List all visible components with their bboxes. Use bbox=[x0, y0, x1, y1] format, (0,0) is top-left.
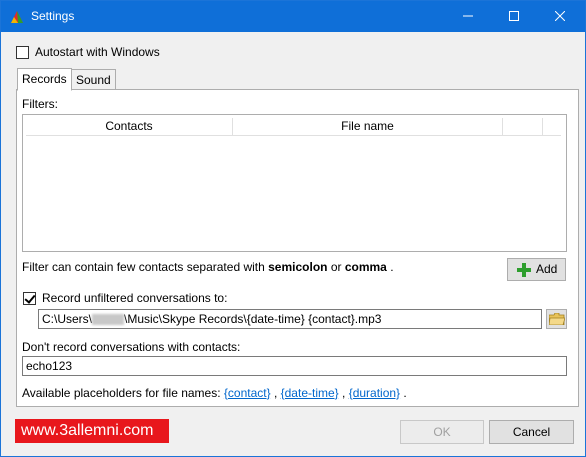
column-header-extra bbox=[503, 118, 543, 136]
autostart-checkbox[interactable] bbox=[16, 46, 29, 59]
maximize-button[interactable] bbox=[491, 1, 537, 32]
filter-hint: Filter can contain few contacts separate… bbox=[22, 260, 394, 274]
minimize-button[interactable] bbox=[445, 1, 491, 32]
placeholder-link-date-time[interactable]: {date-time} bbox=[281, 386, 339, 400]
maximize-icon bbox=[509, 11, 519, 21]
record-path-field[interactable]: C:\Users\ \Music\Skype Records\{date-time… bbox=[38, 309, 542, 329]
app-icon bbox=[11, 11, 23, 23]
blurred-username bbox=[92, 314, 125, 326]
placeholders-line: Available placeholders for file names: {… bbox=[22, 386, 407, 400]
tab-records[interactable]: Records bbox=[17, 68, 72, 91]
record-path-start: C:\Users\ bbox=[42, 312, 93, 326]
minimize-icon bbox=[463, 15, 473, 17]
ok-button[interactable]: OK bbox=[400, 420, 484, 444]
add-button-label: Add bbox=[536, 262, 558, 276]
excluded-contacts-field[interactable]: echo123 bbox=[22, 356, 567, 376]
record-unfiltered-label: Record unfiltered conversations to: bbox=[42, 291, 228, 305]
column-header-contacts[interactable]: Contacts bbox=[26, 118, 233, 136]
record-path-rest: \Music\Skype Records\{date-time} {contac… bbox=[124, 312, 382, 326]
plus-icon bbox=[517, 263, 531, 277]
filters-table[interactable]: Contacts File name bbox=[22, 114, 567, 252]
settings-window: Settings Autostart with Windows Records … bbox=[0, 0, 586, 457]
filters-table-header: Contacts File name bbox=[26, 118, 561, 136]
placeholder-link-duration[interactable]: {duration} bbox=[349, 386, 400, 400]
window-title: Settings bbox=[31, 9, 75, 23]
record-unfiltered-checkbox[interactable] bbox=[23, 292, 36, 305]
cancel-button[interactable]: Cancel bbox=[489, 420, 574, 444]
close-button[interactable] bbox=[537, 1, 583, 32]
title-bar[interactable]: Settings bbox=[1, 1, 585, 32]
folder-icon bbox=[549, 313, 565, 325]
filters-label: Filters: bbox=[22, 97, 58, 111]
placeholder-link-contact[interactable]: {contact} bbox=[224, 386, 271, 400]
tab-sound[interactable]: Sound bbox=[71, 69, 116, 91]
autostart-label: Autostart with Windows bbox=[35, 45, 160, 59]
browse-folder-button[interactable] bbox=[546, 309, 567, 329]
add-button[interactable]: Add bbox=[507, 258, 566, 281]
watermark-banner: www.3allemni.com bbox=[15, 419, 169, 443]
column-header-file-name[interactable]: File name bbox=[233, 118, 503, 136]
dont-record-label: Don't record conversations with contacts… bbox=[22, 340, 241, 354]
close-icon bbox=[554, 10, 566, 22]
